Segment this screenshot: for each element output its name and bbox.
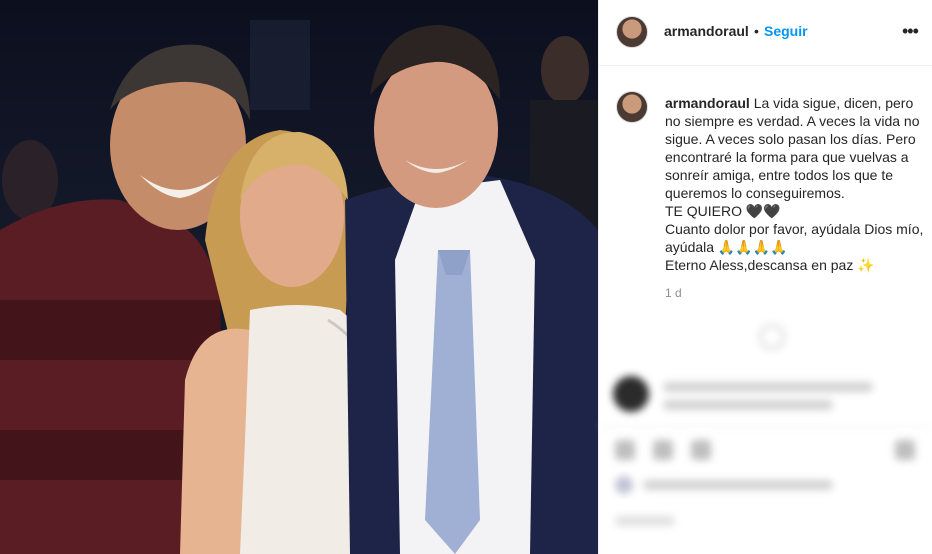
author-avatar[interactable]	[616, 16, 648, 48]
caption-text-2: TE QUIERO 🖤🖤	[665, 203, 781, 219]
photo-illustration	[0, 20, 598, 554]
likes-line	[643, 480, 833, 490]
post-caption: armandoraul La vida sigue, dicen, pero n…	[665, 94, 927, 274]
comment-icon	[653, 440, 673, 460]
post-panel: armandoraul • Seguir ••• armandoraul La …	[598, 0, 932, 554]
blurred-comments-area	[599, 310, 932, 554]
like-icon	[615, 440, 635, 460]
loading-spinner-icon	[759, 324, 785, 350]
caption-username[interactable]: armandoraul	[665, 95, 750, 111]
caption-text-3: Cuanto dolor por favor, ayúdala Dios mío…	[665, 221, 924, 255]
caption-avatar[interactable]	[616, 91, 648, 123]
date-line	[615, 516, 675, 526]
header-separator: •	[754, 23, 759, 39]
follow-button[interactable]: Seguir	[764, 23, 808, 39]
post-photo[interactable]	[0, 0, 598, 554]
save-icon	[895, 440, 915, 460]
post-timestamp[interactable]: 1 d	[665, 286, 682, 300]
more-options-icon[interactable]: •••	[902, 21, 919, 42]
comment-line	[663, 400, 833, 410]
comment-line	[663, 382, 873, 392]
caption-text-4: Eterno Aless,descansa en paz ✨	[665, 257, 875, 273]
share-icon	[691, 440, 711, 460]
post-header: armandoraul • Seguir •••	[599, 0, 932, 66]
comment-avatar	[613, 376, 649, 412]
liker-avatar	[615, 476, 633, 494]
divider	[599, 426, 932, 427]
author-username[interactable]: armandoraul	[664, 23, 749, 39]
